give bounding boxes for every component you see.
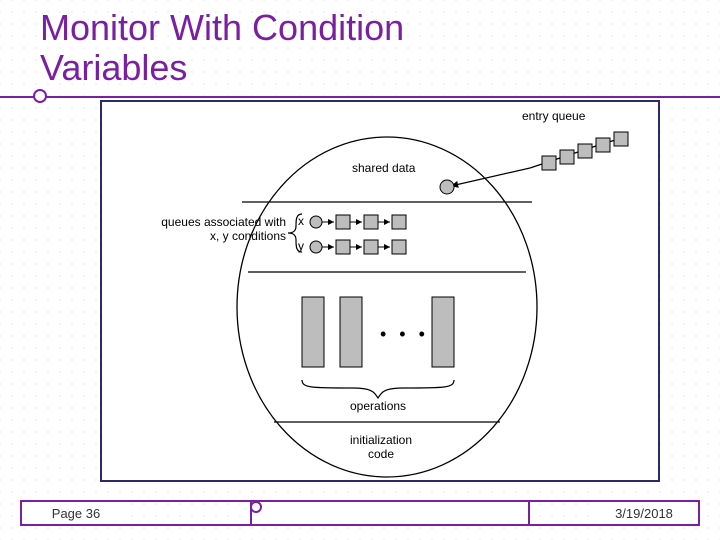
- label-ellipsis: • • •: [380, 324, 429, 345]
- footer-date: 3/19/2018: [615, 506, 673, 521]
- slide-footer: Page 36 3/19/2018: [20, 500, 700, 526]
- label-shared-data: shared data: [352, 162, 415, 176]
- title-underline: [0, 96, 720, 98]
- footer-bullet-dot: [250, 501, 262, 513]
- label-queues-assoc-l1: queues associated with: [161, 215, 286, 229]
- footer-date-box: 3/19/2018: [590, 500, 700, 526]
- title-bullet-dot: [33, 89, 47, 103]
- label-y: y: [298, 240, 304, 254]
- label-init-l1: initialization: [350, 433, 412, 447]
- label-init-l2: code: [368, 447, 394, 461]
- monitor-diagram-svg: [102, 102, 658, 480]
- title-line-1: Monitor With Condition: [40, 7, 404, 48]
- title-line-2: Variables: [40, 47, 187, 88]
- footer-page-box: Page 36: [20, 500, 130, 526]
- label-entry-queue: entry queue: [522, 110, 585, 124]
- label-queues-assoc-l2: x, y conditions: [210, 229, 286, 243]
- label-queues-associated: queues associated with x, y conditions: [116, 216, 286, 244]
- diagram-frame: entry queue shared data queues associate…: [100, 100, 660, 482]
- footer-middle-box: [250, 500, 530, 526]
- footer-page-number: Page 36: [52, 506, 100, 521]
- label-initialization-code: initialization code: [350, 434, 412, 462]
- slide-title: Monitor With Condition Variables: [40, 8, 404, 87]
- label-operations: operations: [350, 400, 406, 414]
- label-x: x: [298, 215, 304, 229]
